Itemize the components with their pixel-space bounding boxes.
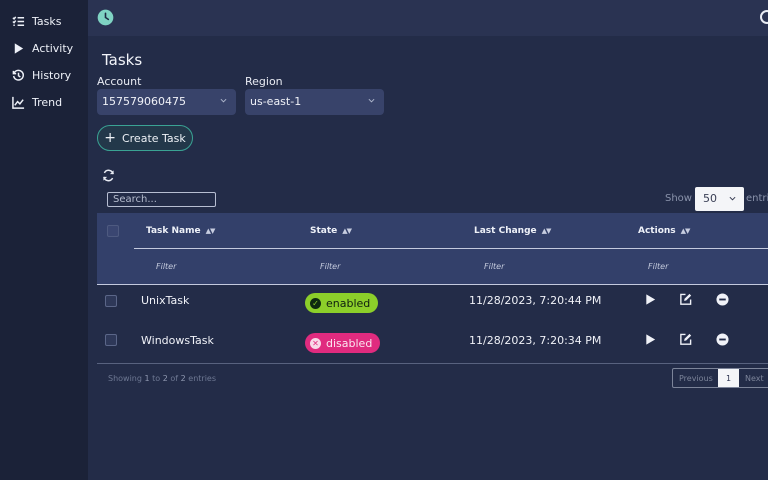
clock-icon[interactable] <box>97 9 114 26</box>
account-select[interactable]: 157579060475 <box>97 89 236 115</box>
page-title: Tasks <box>102 51 143 69</box>
column-header-state[interactable]: State ▲▼ <box>310 226 352 236</box>
sidebar: Tasks Activity History Trend <box>0 0 88 480</box>
info-to: 2 <box>162 374 168 383</box>
region-label: Region <box>245 75 283 88</box>
status-badge: ✓ enabled <box>305 293 379 313</box>
history-icon <box>12 69 24 81</box>
sidebar-item-trend[interactable]: Trend <box>12 93 62 111</box>
trend-icon <box>12 96 25 109</box>
task-name[interactable]: WindowsTask <box>141 334 214 347</box>
create-task-button[interactable]: + Create Task <box>97 125 193 151</box>
previous-page-button[interactable]: Previous <box>673 369 718 387</box>
row-checkbox[interactable] <box>105 334 117 346</box>
plus-icon: + <box>104 130 116 146</box>
divider <box>97 284 768 285</box>
refresh-icon[interactable] <box>102 169 115 182</box>
create-task-label: Create Task <box>121 131 186 145</box>
filter-state[interactable]: Filter <box>320 262 340 271</box>
chevron-down-icon <box>368 98 375 103</box>
sidebar-item-activity[interactable]: Activity <box>12 39 73 57</box>
status-badge-label: enabled <box>326 296 371 310</box>
sidebar-item-label: Activity <box>32 41 74 55</box>
region-value: us-east-1 <box>250 95 302 108</box>
column-header-actions[interactable]: Actions ▲▼ <box>638 226 691 236</box>
info-total: 2 <box>180 374 186 383</box>
filter-actions[interactable]: Filter <box>648 262 668 271</box>
table-info: Showing 1 to 2 of 2 entries <box>108 374 216 383</box>
info-from: 1 <box>144 374 150 383</box>
play-icon <box>14 42 24 54</box>
edit-icon[interactable] <box>679 293 692 306</box>
page-length-value: 50 <box>703 192 717 205</box>
search-input[interactable] <box>107 192 216 207</box>
page-length-select[interactable]: 50 <box>695 187 744 211</box>
sidebar-item-label: History <box>32 68 72 82</box>
show-label: Show <box>665 193 692 204</box>
sidebar-item-history[interactable]: History <box>12 66 71 84</box>
column-header-label: Actions <box>638 226 676 236</box>
entries-label: entries <box>746 193 768 204</box>
info-to-word: to <box>152 374 161 383</box>
status-badge: ✕ disabled <box>305 333 381 353</box>
divider <box>97 363 768 364</box>
row-checkbox[interactable] <box>105 295 117 307</box>
chevron-down-icon <box>729 196 736 201</box>
sort-icon: ▲▼ <box>541 227 552 235</box>
account-value: 157579060475 <box>102 95 186 108</box>
tasks-icon <box>12 15 25 26</box>
select-all-checkbox[interactable] <box>107 225 119 237</box>
column-header-task-name[interactable]: Task Name ▲▼ <box>146 226 216 236</box>
divider <box>134 248 768 249</box>
last-change: 11/28/2023, 7:20:44 PM <box>469 294 602 307</box>
check-circle-icon: ✓ <box>310 297 321 309</box>
task-name[interactable]: UnixTask <box>141 294 189 307</box>
sort-icon: ▲▼ <box>342 227 352 235</box>
info-suffix: entries <box>188 374 217 383</box>
sidebar-item-label: Tasks <box>32 14 62 28</box>
filter-last-change[interactable]: Filter <box>484 262 504 271</box>
next-page-button[interactable]: Next <box>739 369 768 387</box>
delete-icon[interactable] <box>716 293 729 306</box>
column-header-label: State <box>310 226 338 236</box>
info-of-word: of <box>170 374 179 383</box>
column-header-label: Last Change <box>474 226 537 236</box>
sort-icon: ▲▼ <box>205 227 216 235</box>
user-menu-icon[interactable] <box>760 10 768 24</box>
delete-icon[interactable] <box>716 333 729 346</box>
pagination: Previous 1 Next <box>672 368 768 388</box>
x-circle-icon: ✕ <box>310 337 321 349</box>
page-1-button[interactable]: 1 <box>718 369 739 387</box>
top-bar <box>88 0 768 36</box>
edit-icon[interactable] <box>679 333 692 346</box>
filter-task-name[interactable]: Filter <box>156 262 176 271</box>
account-label: Account <box>97 75 142 88</box>
info-prefix: Showing <box>108 374 142 383</box>
sidebar-item-tasks[interactable]: Tasks <box>12 12 61 30</box>
region-select[interactable]: us-east-1 <box>245 89 384 115</box>
status-badge-label: disabled <box>326 336 373 350</box>
last-change: 11/28/2023, 7:20:34 PM <box>469 334 602 347</box>
column-header-label: Task Name <box>146 226 201 236</box>
run-task-play-icon[interactable] <box>644 333 657 346</box>
run-task-play-icon[interactable] <box>644 293 657 306</box>
sidebar-item-label: Trend <box>32 95 63 109</box>
column-header-last-change[interactable]: Last Change ▲▼ <box>474 226 552 236</box>
chevron-down-icon <box>220 98 227 103</box>
sort-icon: ▲▼ <box>680 227 691 235</box>
